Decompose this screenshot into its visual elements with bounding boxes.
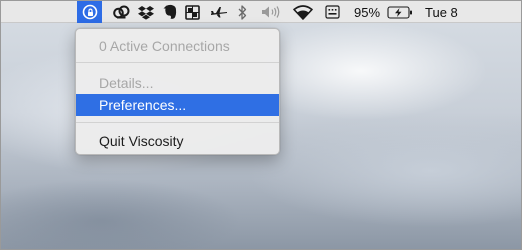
wifi-menu-extra[interactable] <box>292 1 314 23</box>
clock-menu-extra[interactable]: Tue 8 <box>425 1 521 23</box>
menu-item-preferences[interactable]: Preferences... <box>76 94 279 116</box>
keyboard-input-icon <box>324 5 340 19</box>
menu-separator <box>76 122 279 123</box>
volume-icon <box>262 6 280 18</box>
battery-menu-extra[interactable] <box>386 1 414 23</box>
menu-bar: 95% Tue 8 <box>1 1 521 23</box>
bluetooth-menu-extra[interactable] <box>236 1 248 23</box>
window-manager-icon <box>184 4 200 20</box>
battery-charging-icon <box>387 5 412 19</box>
airplane-menu-extra[interactable] <box>209 1 229 23</box>
battery-percent: 95% <box>351 1 383 23</box>
clock-label: Tue 8 <box>425 4 458 20</box>
menu-item-active-connections: 0 Active Connections <box>99 38 230 54</box>
dropbox-icon <box>138 5 154 20</box>
menu-item-details: Details... <box>99 75 154 91</box>
viscosity-icon <box>82 4 97 20</box>
wifi-icon <box>293 4 313 20</box>
creative-cloud-menu-extra[interactable] <box>112 1 130 23</box>
battery-percent-label: 95% <box>353 4 381 20</box>
input-source-menu-extra[interactable] <box>323 1 341 23</box>
volume-menu-extra[interactable] <box>260 1 284 23</box>
evernote-menu-extra[interactable] <box>161 1 179 23</box>
dropbox-menu-extra[interactable] <box>137 1 155 23</box>
menu-item-quit-viscosity[interactable]: Quit Viscosity <box>76 130 279 152</box>
creative-cloud-icon <box>112 5 129 19</box>
window-manager-menu-extra[interactable] <box>183 1 201 23</box>
menu-separator <box>76 62 279 63</box>
bluetooth-icon <box>238 4 246 20</box>
airplane-icon <box>211 7 227 18</box>
evernote-icon <box>163 4 176 19</box>
viscosity-dropdown-menu: 0 Active Connections Details... Preferen… <box>75 28 280 155</box>
viscosity-menu-extra[interactable] <box>77 1 102 23</box>
screenshot-frame: 95% Tue 8 0 Active Connections Details..… <box>0 0 522 250</box>
